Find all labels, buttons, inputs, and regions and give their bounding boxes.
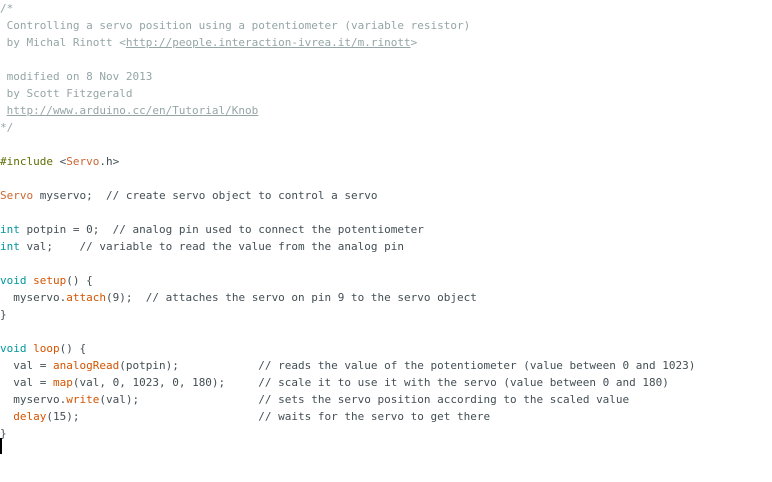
code-line: int val; // variable to read the value f…: [0, 238, 404, 255]
code-token: http://www.arduino.cc/en/Tutorial/Knob: [6, 104, 259, 117]
code-token: by Michal Rinott <: [0, 36, 126, 49]
code-token: int: [0, 240, 20, 253]
code-token: // reads the value of the potentiometer …: [258, 359, 696, 372]
code-line: int potpin = 0; // analog pin used to co…: [0, 221, 424, 238]
code-line: myservo.write(val); // sets the servo po…: [0, 391, 629, 408]
code-line: void setup() {: [0, 272, 93, 289]
code-token: (val);: [99, 393, 259, 406]
code-token: write: [66, 393, 100, 406]
code-line: val = analogRead(potpin); // reads the v…: [0, 357, 695, 374]
code-token: (val, 0, 1023, 0, 180);: [72, 376, 259, 389]
code-token: val =: [0, 376, 53, 389]
code-line: val = map(val, 0, 1023, 0, 180); // scal…: [0, 374, 669, 391]
code-token: // waits for the servo to get there: [258, 410, 491, 423]
code-token: val;: [19, 240, 80, 253]
code-token: Controlling a servo position using a pot…: [0, 19, 471, 32]
code-token: (potpin);: [119, 359, 259, 372]
code-token: myservo;: [33, 189, 106, 202]
code-line: #include <Servo.h>: [0, 153, 119, 170]
code-line: void loop() {: [0, 340, 86, 357]
code-line: modified on 8 Nov 2013: [0, 68, 153, 85]
code-line: /*: [0, 0, 13, 17]
code-token: setup: [33, 274, 67, 287]
code-line: Controlling a servo position using a pot…: [0, 17, 471, 34]
code-token: () {: [59, 342, 87, 355]
code-token: map: [52, 376, 73, 389]
code-token: Servo: [0, 189, 34, 202]
code-token: myservo.: [0, 393, 67, 406]
code-token: void: [0, 342, 27, 355]
code-token: #include: [0, 155, 53, 168]
code-token: loop: [33, 342, 60, 355]
code-token: // analog pin used to connect the potent…: [112, 223, 424, 236]
code-token: analogRead: [52, 359, 120, 372]
code-line: myservo.attach(9); // attaches the servo…: [0, 289, 477, 306]
code-token: delay: [13, 410, 47, 423]
code-line: delay(15); // waits for the servo to get…: [0, 408, 490, 425]
code-line: by Michal Rinott <http://people.interact…: [0, 34, 418, 51]
code-token: // create servo object to control a serv…: [105, 189, 378, 202]
code-token: // scale it to use it with the servo (va…: [258, 376, 669, 389]
code-token: void: [0, 274, 27, 287]
text-cursor: [0, 438, 2, 454]
code-editor[interactable]: /* Controlling a servo position using a …: [0, 0, 772, 482]
code-line: http://www.arduino.cc/en/Tutorial/Knob: [0, 102, 259, 119]
code-line: */: [0, 119, 13, 136]
code-token: // attaches the servo on pin 9 to the se…: [145, 291, 477, 304]
code-token: http://people.interaction-ivrea.it/m.rin…: [125, 36, 411, 49]
code-token: // sets the servo position according to …: [258, 393, 630, 406]
code-token: (9);: [105, 291, 146, 304]
code-token: /*: [0, 2, 14, 15]
code-token: myservo.: [0, 291, 67, 304]
code-token: .h>: [99, 155, 120, 168]
code-token: (15);: [46, 410, 259, 423]
code-token: }: [0, 308, 7, 321]
code-token: */: [0, 121, 14, 134]
code-line: Servo myservo; // create servo object to…: [0, 187, 378, 204]
code-token: () {: [66, 274, 93, 287]
code-token: val =: [0, 359, 53, 372]
code-token: int: [0, 223, 20, 236]
code-token: // variable to read the value from the a…: [79, 240, 404, 253]
code-token: potpin = 0;: [19, 223, 113, 236]
code-token: modified on 8 Nov 2013: [0, 70, 153, 83]
code-token: <: [52, 155, 67, 168]
code-token: by Scott Fitzgerald: [0, 87, 133, 100]
code-token: Servo: [66, 155, 100, 168]
code-token: attach: [66, 291, 106, 304]
code-line: by Scott Fitzgerald: [0, 85, 133, 102]
code-line: }: [0, 306, 7, 323]
code-token: >: [410, 36, 418, 49]
